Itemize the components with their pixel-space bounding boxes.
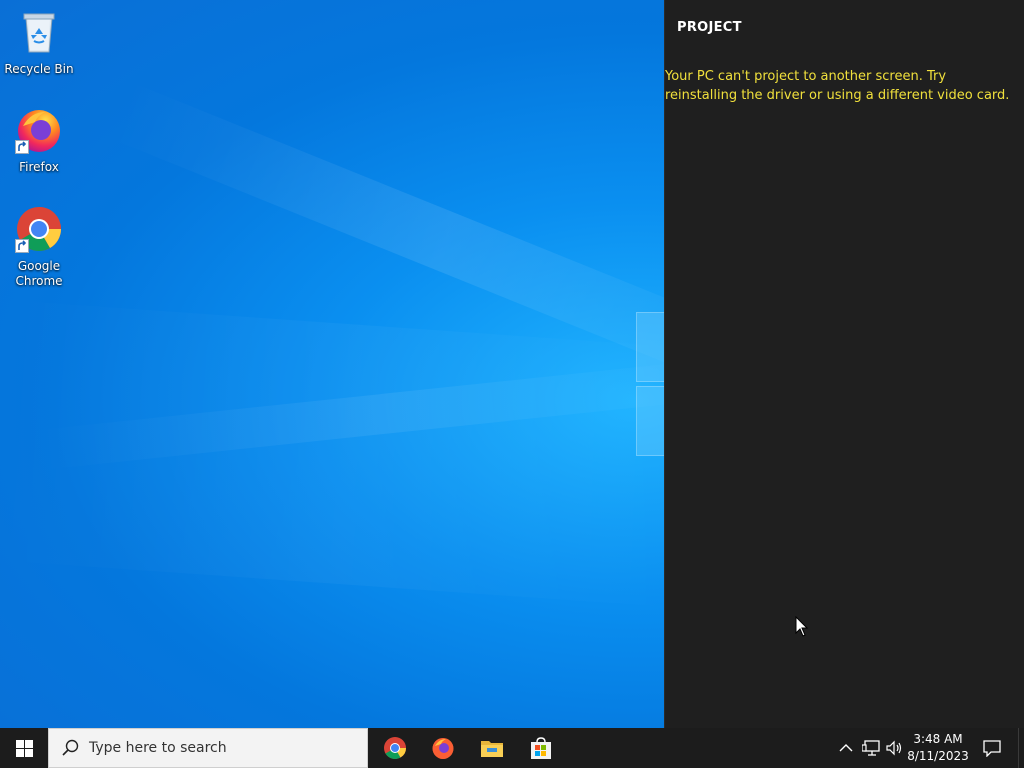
action-center-button[interactable] xyxy=(980,728,1004,768)
notification-icon xyxy=(983,739,1001,757)
chevron-up-icon xyxy=(839,744,853,752)
taskbar-app-file-explorer[interactable] xyxy=(468,728,516,768)
recycle-bin-icon xyxy=(15,8,63,56)
desktop-icon-label: Google Chrome xyxy=(15,259,63,288)
speaker-icon xyxy=(886,740,902,756)
show-hidden-icons-button[interactable] xyxy=(836,738,856,758)
search-icon xyxy=(62,739,79,756)
network-tray-button[interactable] xyxy=(861,738,881,758)
taskbar-app-chrome[interactable] xyxy=(371,728,419,768)
taskbar-app-firefox[interactable] xyxy=(419,728,467,768)
taskbar-search-box[interactable]: Type here to search xyxy=(48,728,368,768)
taskbar-app-microsoft-store[interactable] xyxy=(517,728,565,768)
project-pane: PROJECT Your PC can't project to another… xyxy=(664,0,1024,728)
search-placeholder: Type here to search xyxy=(89,740,227,756)
taskbar: Type here to search 3:48 AM 8/11/2023 xyxy=(0,728,1024,768)
clock-date: 8/11/2023 xyxy=(907,749,969,763)
firefox-icon xyxy=(15,106,63,154)
file-explorer-icon xyxy=(481,741,503,757)
desktop-icon-firefox[interactable]: Firefox xyxy=(1,106,77,175)
clock-time: 3:48 AM xyxy=(913,732,963,746)
shortcut-arrow-icon xyxy=(15,239,29,253)
desktop-icon-recycle-bin[interactable]: Recycle Bin xyxy=(1,8,77,77)
project-error-message: Your PC can't project to another screen.… xyxy=(665,69,1010,103)
project-pane-title: PROJECT xyxy=(677,20,742,35)
desktop-icon-label: Firefox xyxy=(19,160,59,174)
show-desktop-button[interactable] xyxy=(1018,728,1024,768)
taskbar-clock[interactable]: 3:48 AM 8/11/2023 xyxy=(906,731,970,765)
firefox-icon xyxy=(432,738,454,759)
start-button[interactable] xyxy=(0,728,48,768)
chrome-icon xyxy=(15,205,63,253)
mouse-pointer-icon xyxy=(795,616,809,637)
chrome-icon xyxy=(384,737,406,759)
windows-logo-icon xyxy=(15,739,33,757)
network-icon xyxy=(862,740,880,756)
shortcut-arrow-icon xyxy=(15,140,29,154)
volume-tray-button[interactable] xyxy=(885,738,905,758)
microsoft-store-icon xyxy=(531,737,551,759)
desktop-icon-google-chrome[interactable]: Google Chrome xyxy=(1,205,77,289)
desktop-icon-label: Recycle Bin xyxy=(4,62,74,76)
